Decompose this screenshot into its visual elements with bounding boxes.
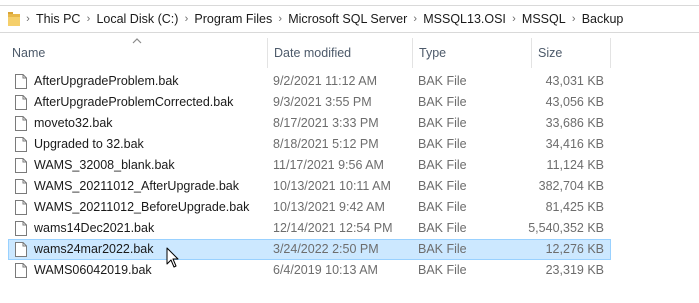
chevron-right-icon[interactable]: › [22,6,34,32]
mouse-cursor-icon [166,247,179,268]
file-size: 23,319 KB [545,263,604,277]
file-type: BAK File [418,137,467,151]
chevron-right-icon[interactable]: › [409,6,421,32]
file-icon [15,242,27,257]
file-size: 11,124 KB [546,158,604,172]
file-size: 12,276 KB [545,242,604,256]
column-header-size[interactable]: Size [532,36,562,70]
file-row[interactable]: AfterUpgradeProblemCorrected.bak 9/3/2021… [8,92,611,113]
file-type: BAK File [418,242,467,256]
file-date-modified: 8/18/2021 5:12 PM [273,137,379,151]
address-bar[interactable]: › This PC › Local Disk (C:) › Program Files › M… [0,5,699,33]
file-type: BAK File [418,158,467,172]
file-row[interactable]: moveto32.bak 8/17/2021 3:33 PM BAK File 33,… [8,113,611,134]
file-date-modified: 11/17/2021 9:56 AM [273,158,384,172]
file-name: wams24mar2022.bak [34,242,154,256]
file-row[interactable]: WAMS_20211012_AfterUpgrade.bak 10/13/2021… [8,176,611,197]
file-row[interactable]: wams14Dec2021.bak 12/14/2021 12:54 PM BAK … [8,218,611,239]
file-name: Upgraded to 32.bak [34,137,144,151]
chevron-right-icon[interactable]: › [82,6,94,32]
file-size: 43,056 KB [545,95,604,109]
file-type: BAK File [418,200,467,214]
file-row[interactable]: AfterUpgradeProblem.bak 9/2/2021 11:12 AM… [8,71,611,92]
file-type: BAK File [418,95,467,109]
file-row[interactable]: WAMS06042019.bak 6/4/2019 10:13 AM BAK Fil… [8,260,611,281]
breadcrumb-item[interactable]: MSSQL13.OSI [421,6,508,32]
file-size: 382,704 KB [538,179,604,193]
file-icon [15,158,27,173]
file-date-modified: 10/13/2021 9:42 AM [273,200,385,214]
file-date-modified: 9/3/2021 3:55 PM [273,95,372,109]
file-type: BAK File [418,179,467,193]
breadcrumb-item[interactable]: Local Disk (C:) [94,6,180,32]
file-icon [15,200,27,215]
file-row[interactable]: Upgraded to 32.bak 8/18/2021 5:12 PM BAK F… [8,134,611,155]
file-type: BAK File [418,221,467,235]
file-name: WAMS_20211012_AfterUpgrade.bak [34,179,239,193]
file-icon [15,137,27,152]
file-size: 5,540,352 KB [528,221,604,235]
column-divider[interactable] [610,38,611,68]
caret-up-icon[interactable] [132,37,142,45]
column-header-date-modified[interactable]: Date modified [268,36,351,70]
file-icon [15,116,27,131]
chevron-right-icon[interactable]: › [508,6,520,32]
file-size: 33,686 KB [545,116,604,130]
file-name: wams14Dec2021.bak [34,221,155,235]
file-size: 43,031 KB [545,74,604,88]
column-header-row: Name Date modified Type Size [0,36,699,70]
breadcrumb: › This PC › Local Disk (C:) › Program Files › M… [22,6,625,32]
file-name: WAMS_20211012_BeforeUpgrade.bak [34,200,250,214]
chevron-right-icon[interactable]: › [274,6,286,32]
file-icon [15,95,27,110]
file-name: WAMS_32008_blank.bak [34,158,175,172]
breadcrumb-item[interactable]: Program Files [192,6,274,32]
file-size: 81,425 KB [545,200,604,214]
column-header-name[interactable]: Name [6,36,45,70]
file-date-modified: 3/24/2022 2:50 PM [273,242,379,256]
breadcrumb-item[interactable]: This PC [34,6,82,32]
file-row[interactable]: WAMS_20211012_BeforeUpgrade.bak 10/13/202… [8,197,611,218]
file-type: BAK File [418,263,467,277]
chevron-right-icon[interactable]: › [568,6,580,32]
file-icon [15,74,27,89]
file-name: moveto32.bak [34,116,113,130]
chevron-right-icon[interactable]: › [180,6,192,32]
file-date-modified: 8/17/2021 3:33 PM [273,116,379,130]
file-name: AfterUpgradeProblem.bak [34,74,179,88]
file-icon [15,221,27,236]
breadcrumb-item[interactable]: Backup [580,6,626,32]
file-date-modified: 12/14/2021 12:54 PM [273,221,393,235]
file-date-modified: 6/4/2019 10:13 AM [273,263,378,277]
column-header-type[interactable]: Type [413,36,446,70]
file-date-modified: 9/2/2021 11:12 AM [273,74,378,88]
file-type: BAK File [418,116,467,130]
folder-icon [8,12,20,26]
breadcrumb-item[interactable]: Microsoft SQL Server [286,6,409,32]
file-date-modified: 10/13/2021 10:11 AM [273,179,391,193]
file-type: BAK File [418,74,467,88]
file-row[interactable]: WAMS_32008_blank.bak 11/17/2021 9:56 AM BA… [8,155,611,176]
file-name: WAMS06042019.bak [34,263,152,277]
file-icon [15,263,27,278]
file-explorer-window: › This PC › Local Disk (C:) › Program Files › M… [0,0,699,303]
file-name: AfterUpgradeProblemCorrected.bak [34,95,234,109]
breadcrumb-item[interactable]: MSSQL [520,6,568,32]
file-size: 34,416 KB [545,137,604,151]
file-icon [15,179,27,194]
file-row[interactable]: wams24mar2022.bak 3/24/2022 2:50 PM BAK Fi… [8,239,611,260]
